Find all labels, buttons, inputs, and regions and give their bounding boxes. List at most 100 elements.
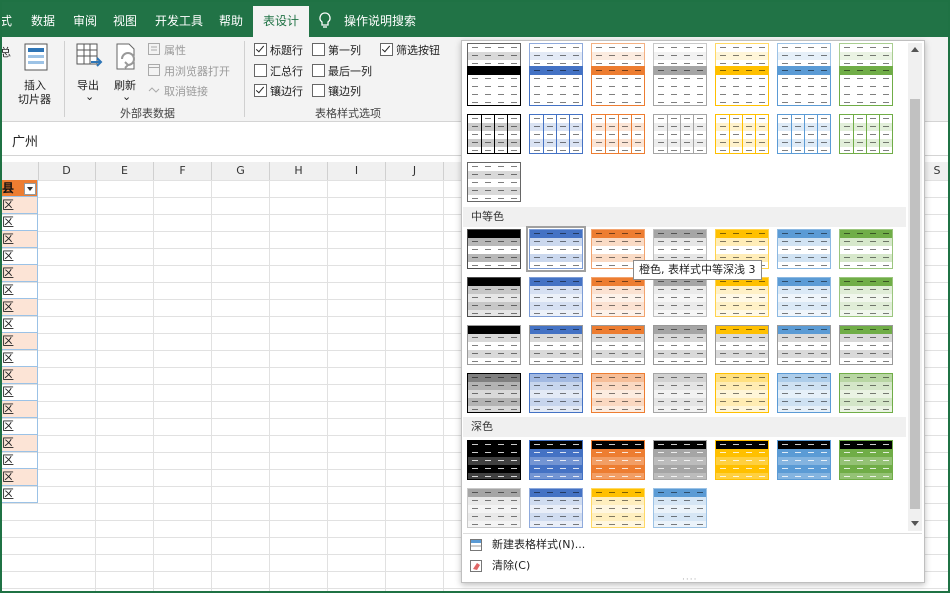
- table-style-swatch[interactable]: [777, 277, 831, 317]
- table-style-swatch[interactable]: [591, 325, 645, 365]
- table-style-swatch[interactable]: [777, 114, 831, 154]
- table-style-swatch[interactable]: [777, 440, 831, 480]
- table-style-swatch[interactable]: [529, 488, 583, 528]
- unlink-button[interactable]: 取消链接: [148, 83, 238, 99]
- table-style-swatch[interactable]: [839, 325, 893, 365]
- gallery-scrollbar[interactable]: [908, 43, 922, 531]
- table-cell[interactable]: 区: [0, 265, 38, 282]
- table-style-swatch[interactable]: [591, 66, 645, 106]
- table-style-swatch[interactable]: [839, 114, 893, 154]
- table-style-swatch[interactable]: [467, 373, 521, 413]
- total-row-checkbox[interactable]: [254, 64, 267, 77]
- table-style-swatch[interactable]: [526, 226, 586, 272]
- last-column-checkbox[interactable]: [312, 64, 325, 77]
- table-style-swatch[interactable]: [529, 277, 583, 317]
- table-style-swatch[interactable]: [715, 373, 769, 413]
- table-style-swatch[interactable]: [591, 440, 645, 480]
- table-style-swatch[interactable]: [839, 229, 893, 269]
- table-cell[interactable]: 区: [0, 282, 38, 299]
- table-style-swatch[interactable]: [777, 325, 831, 365]
- table-style-swatch[interactable]: [467, 277, 521, 317]
- table-style-swatch[interactable]: [715, 114, 769, 154]
- banded-rows-checkbox[interactable]: [254, 84, 267, 97]
- table-style-swatch[interactable]: [467, 66, 521, 106]
- table-style-swatch[interactable]: [591, 277, 645, 317]
- table-cell[interactable]: 区: [0, 197, 38, 214]
- column-header-j[interactable]: J: [386, 162, 444, 180]
- tell-me-search[interactable]: 操作说明搜索: [344, 0, 416, 37]
- table-cell[interactable]: 区: [0, 367, 38, 384]
- table-header-cell[interactable]: 县: [0, 180, 38, 197]
- table-style-swatch[interactable]: [653, 325, 707, 365]
- table-cell[interactable]: 区: [0, 418, 38, 435]
- table-cell[interactable]: 区: [0, 248, 38, 265]
- scroll-thumb[interactable]: [910, 99, 920, 509]
- tab-developer[interactable]: 开发工具: [155, 0, 203, 37]
- clear-style-item[interactable]: 清除(C): [464, 556, 904, 576]
- table-style-swatch[interactable]: [467, 488, 521, 528]
- table-style-swatch[interactable]: [839, 277, 893, 317]
- table-style-swatch[interactable]: [653, 440, 707, 480]
- export-button[interactable]: 导出 ⌄: [72, 41, 106, 103]
- table-style-swatch[interactable]: [715, 277, 769, 317]
- table-cell[interactable]: 区: [0, 350, 38, 367]
- column-header-s[interactable]: S: [924, 162, 950, 180]
- properties-button[interactable]: 属性: [148, 42, 238, 58]
- insert-slicer-button[interactable]: 插入 切片器: [16, 41, 56, 106]
- table-cell[interactable]: 区: [0, 435, 38, 452]
- table-style-swatch[interactable]: [839, 373, 893, 413]
- table-style-swatch[interactable]: [653, 114, 707, 154]
- table-style-swatch[interactable]: [529, 114, 583, 154]
- scroll-down-icon[interactable]: [911, 521, 919, 526]
- table-style-swatch[interactable]: [467, 114, 521, 154]
- table-style-swatch[interactable]: [529, 440, 583, 480]
- table-style-swatch[interactable]: [715, 66, 769, 106]
- table-cell[interactable]: 区: [0, 401, 38, 418]
- first-column-checkbox[interactable]: [312, 43, 325, 56]
- table-style-swatch[interactable]: [777, 229, 831, 269]
- tab-table-design[interactable]: 表设计: [253, 6, 310, 37]
- table-cell[interactable]: 区: [0, 333, 38, 350]
- column-header-h[interactable]: H: [270, 162, 328, 180]
- table-style-swatch[interactable]: [467, 325, 521, 365]
- filter-dropdown-icon[interactable]: [24, 183, 36, 195]
- table-style-swatch[interactable]: [591, 114, 645, 154]
- header-row-checkbox[interactable]: [254, 43, 267, 56]
- table-style-swatch[interactable]: [839, 66, 893, 106]
- open-in-browser-button[interactable]: 用浏览器打开: [148, 63, 240, 79]
- table-cell[interactable]: 区: [0, 452, 38, 469]
- table-style-swatch[interactable]: [591, 373, 645, 413]
- new-table-style-item[interactable]: 新建表格样式(N)...: [464, 535, 904, 555]
- column-header-d[interactable]: D: [38, 162, 96, 180]
- table-style-swatch[interactable]: [777, 66, 831, 106]
- table-cell[interactable]: 区: [0, 486, 38, 503]
- table-style-swatch[interactable]: [591, 488, 645, 528]
- table-style-swatch[interactable]: [653, 373, 707, 413]
- table-style-swatch[interactable]: [653, 277, 707, 317]
- tab-data[interactable]: 数据: [31, 0, 55, 37]
- table-style-swatch[interactable]: [777, 373, 831, 413]
- column-header-c-clipped[interactable]: [0, 162, 39, 180]
- tab-help[interactable]: 帮助: [219, 0, 243, 37]
- table-cell[interactable]: 区: [0, 469, 38, 486]
- tab-view[interactable]: 视图: [113, 0, 137, 37]
- table-style-swatch[interactable]: [839, 440, 893, 480]
- table-cell[interactable]: 区: [0, 299, 38, 316]
- column-header-i[interactable]: I: [328, 162, 386, 180]
- table-style-swatch[interactable]: [715, 325, 769, 365]
- table-style-swatch[interactable]: [467, 440, 521, 480]
- table-style-swatch[interactable]: [529, 373, 583, 413]
- table-style-swatch[interactable]: [467, 162, 521, 202]
- table-style-swatch[interactable]: [467, 229, 521, 269]
- scroll-up-icon[interactable]: [911, 47, 919, 52]
- table-style-swatch[interactable]: [653, 66, 707, 106]
- table-cell[interactable]: 区: [0, 214, 38, 231]
- filter-button-checkbox[interactable]: [380, 43, 393, 56]
- column-header-g[interactable]: G: [212, 162, 270, 180]
- banded-columns-checkbox[interactable]: [312, 84, 325, 97]
- table-cell[interactable]: 区: [0, 231, 38, 248]
- table-style-swatch[interactable]: [715, 440, 769, 480]
- column-header-e[interactable]: E: [96, 162, 154, 180]
- tab-formula-clipped[interactable]: 式: [0, 0, 12, 37]
- tab-review[interactable]: 审阅: [73, 0, 97, 37]
